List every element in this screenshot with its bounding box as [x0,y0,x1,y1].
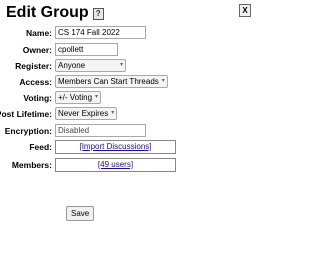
owner-input[interactable]: cpollett [55,43,118,56]
chevron-down-icon: ▾ [161,78,165,84]
chevron-down-icon: ▾ [119,62,123,68]
page-title-text: Edit Group [6,4,89,21]
owner-label: Owner: [22,45,52,55]
access-selected: Members Can Start Threads [58,77,159,86]
encryption-label: Encryption: [4,126,52,136]
register-select[interactable]: Anyone ▾ [55,59,126,72]
register-label: Register: [15,61,52,71]
feed-label: Feed: [29,142,52,152]
voting-label: Voting: [23,93,52,103]
page-title: Edit Group ? [6,4,104,22]
members-row: Members: [49 users] [0,158,256,172]
post-lifetime-select[interactable]: Never Expires ▾ [55,107,118,120]
post-lifetime-label: Post Lifetime: [0,109,52,119]
voting-row: Voting: +/- Voting ▾ [0,91,256,105]
voting-selected: +/- Voting [58,93,93,102]
register-selected: Anyone [58,61,86,70]
close-icon[interactable]: X [239,4,251,17]
name-label: Name: [26,28,52,38]
members-box: [49 users] [55,158,176,172]
post-lifetime-row: Post Lifetime: Never Expires ▾ [0,107,256,121]
save-button[interactable]: Save [66,206,95,221]
register-row: Register: Anyone ▾ [0,59,256,73]
feed-row: Feed: [Import Discussions] [0,140,256,154]
encryption-field: Disabled [55,124,146,137]
post-lifetime-selected: Never Expires [58,109,109,118]
feed-box: [Import Discussions] [55,140,176,154]
encryption-row: Encryption: Disabled [0,124,256,138]
access-label: Access: [19,77,52,87]
import-discussions-link[interactable]: [Import Discussions] [79,142,151,151]
chevron-down-icon: ▾ [95,94,99,100]
access-row: Access: Members Can Start Threads ▾ [0,75,256,89]
name-input[interactable]: CS 174 Fall 2022 [55,26,146,39]
access-select[interactable]: Members Can Start Threads ▾ [55,75,168,88]
voting-select[interactable]: +/- Voting ▾ [55,91,102,104]
chevron-down-icon: ▾ [111,110,115,116]
name-row: Name: CS 174 Fall 2022 [0,26,256,40]
members-link[interactable]: [49 users] [98,160,133,169]
members-label: Members: [11,160,52,170]
owner-row: Owner: cpollett [0,43,256,57]
help-icon[interactable]: ? [92,8,104,20]
